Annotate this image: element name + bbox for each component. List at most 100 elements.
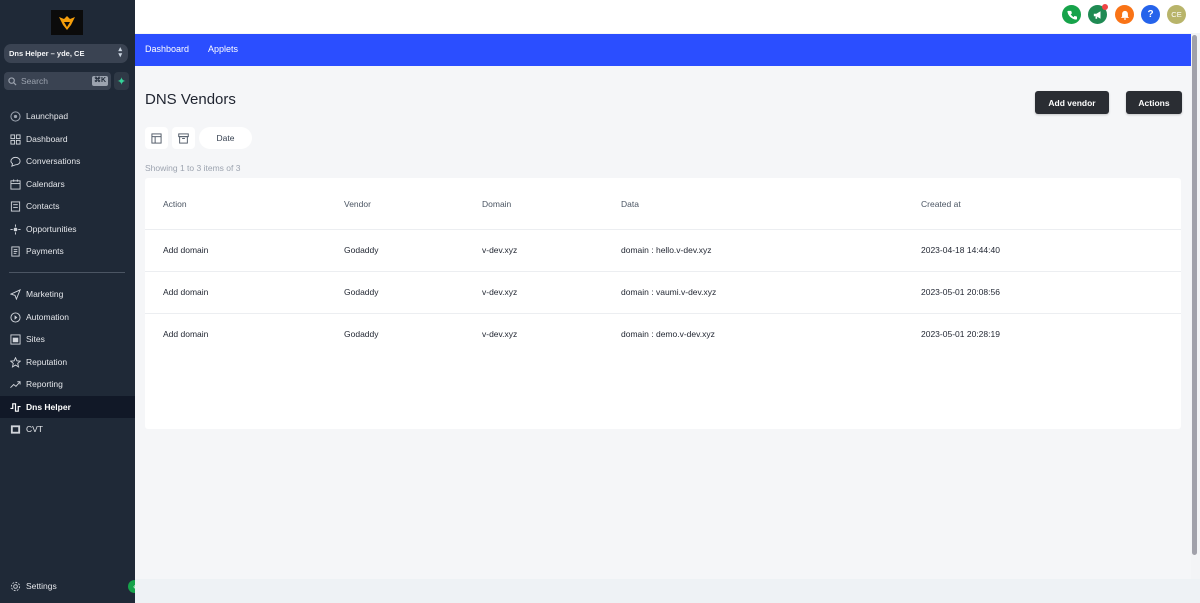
search-placeholder: Search <box>21 76 48 86</box>
cell-vendor: Godaddy <box>344 287 379 297</box>
cell-domain: v-dev.xyz <box>482 245 518 255</box>
footer-strip <box>135 579 1200 603</box>
contacts-icon <box>9 200 21 212</box>
calendar-icon <box>9 178 21 190</box>
secondary-nav: Dashboard Applets <box>135 34 1191 66</box>
add-vendor-button[interactable]: Add vendor <box>1035 91 1109 114</box>
cell-domain: v-dev.xyz <box>482 329 518 339</box>
cell-domain: v-dev.xyz <box>482 287 518 297</box>
sidebar-item-label: Dashboard <box>26 134 68 144</box>
quick-action-icon[interactable]: ✦ <box>114 72 129 90</box>
sidebar-item-label: Marketing <box>26 289 64 299</box>
launchpad-icon <box>9 110 21 122</box>
sidebar-item-label: Reporting <box>26 379 63 389</box>
page-title: DNS Vendors <box>145 91 236 108</box>
account-switcher[interactable]: Dns Helper – yde, CE ▴ ▾ <box>4 44 128 63</box>
date-filter-chip[interactable]: Date <box>199 127 252 149</box>
search-icon <box>8 76 17 86</box>
table-layout-icon <box>151 132 162 144</box>
sidebar-item-label: Contacts <box>26 201 60 211</box>
column-header-data[interactable]: Data <box>621 199 639 209</box>
sidebar-search[interactable]: Search ⌘K <box>4 72 111 90</box>
sidebar-item-opportunities[interactable]: Opportunities <box>0 218 135 240</box>
column-header-vendor[interactable]: Vendor <box>344 199 371 209</box>
sidebar-item-automation[interactable]: Automation <box>0 306 135 328</box>
sidebar-item-sites[interactable]: Sites <box>0 328 135 350</box>
table-row[interactable]: Add domain Godaddy v-dev.xyz domain : he… <box>145 229 1181 271</box>
sidebar-item-payments[interactable]: Payments <box>0 240 135 262</box>
column-header-created-at[interactable]: Created at <box>921 199 961 209</box>
sidebar-item-conversations[interactable]: Conversations <box>0 150 135 172</box>
send-icon <box>9 288 21 300</box>
sidebar-item-label: Settings <box>26 581 57 591</box>
sidebar-item-launchpad[interactable]: Launchpad <box>0 105 135 127</box>
bell-icon <box>1120 10 1129 20</box>
sidebar-item-label: Dns Helper <box>26 402 71 412</box>
dns-helper-icon <box>9 401 21 413</box>
scrollbar-thumb[interactable] <box>1192 35 1197 555</box>
nav-link-applets[interactable]: Applets <box>208 44 238 54</box>
avatar[interactable]: CE <box>1167 5 1186 24</box>
phone-button[interactable] <box>1062 5 1081 24</box>
sidebar-item-label: Opportunities <box>26 224 77 234</box>
cell-vendor: Godaddy <box>344 245 379 255</box>
opportunities-icon <box>9 223 21 235</box>
app-logo[interactable] <box>51 10 83 35</box>
cell-created-at: 2023-05-01 20:28:19 <box>921 329 1000 339</box>
table-row[interactable]: Add domain Godaddy v-dev.xyz domain : de… <box>145 313 1181 355</box>
trend-icon <box>9 378 21 390</box>
payments-icon <box>9 245 21 257</box>
notifications-button[interactable] <box>1115 5 1134 24</box>
notification-dot <box>1102 4 1108 10</box>
sidebar: Dns Helper – yde, CE ▴ ▾ Search ⌘K ✦ Laun… <box>0 0 135 603</box>
column-header-action[interactable]: Action <box>163 199 187 209</box>
top-bar: ? CE <box>135 0 1200 33</box>
sidebar-item-marketing[interactable]: Marketing <box>0 283 135 305</box>
sidebar-item-dashboard[interactable]: Dashboard <box>0 128 135 150</box>
nav-link-dashboard[interactable]: Dashboard <box>145 44 189 54</box>
archive-button[interactable] <box>172 127 195 149</box>
phone-icon <box>1066 10 1077 20</box>
account-name: Dns Helper – yde, CE <box>9 49 85 58</box>
sidebar-divider <box>9 272 125 273</box>
sidebar-item-calendars[interactable]: Calendars <box>0 173 135 195</box>
sidebar-item-label: Automation <box>26 312 69 322</box>
sidebar-item-settings[interactable]: Settings <box>0 575 135 597</box>
megaphone-button[interactable] <box>1088 4 1108 24</box>
dashboard-icon <box>9 133 21 145</box>
sidebar-item-label: CVT <box>26 424 43 434</box>
sidebar-item-cvt[interactable]: CVT <box>0 418 135 440</box>
sidebar-item-reputation[interactable]: Reputation <box>0 351 135 373</box>
chat-icon <box>9 155 21 167</box>
cell-data: domain : hello.v-dev.xyz <box>621 245 712 255</box>
cell-created-at: 2023-04-18 14:44:40 <box>921 245 1000 255</box>
cell-data: domain : demo.v-dev.xyz <box>621 329 715 339</box>
column-header-domain[interactable]: Domain <box>482 199 511 209</box>
archive-icon <box>178 132 189 144</box>
cell-action: Add domain <box>163 329 209 339</box>
table-row[interactable]: Add domain Godaddy v-dev.xyz domain : va… <box>145 271 1181 313</box>
layout-toggle-button[interactable] <box>145 127 168 149</box>
sidebar-item-reporting[interactable]: Reporting <box>0 373 135 395</box>
cell-created-at: 2023-05-01 20:08:56 <box>921 287 1000 297</box>
sidebar-item-label: Calendars <box>26 179 65 189</box>
sidebar-item-label: Conversations <box>26 156 81 166</box>
help-button[interactable]: ? <box>1141 5 1160 24</box>
sites-icon <box>9 333 21 345</box>
automation-icon <box>9 311 21 323</box>
actions-button[interactable]: Actions <box>1126 91 1182 114</box>
cell-action: Add domain <box>163 245 209 255</box>
sidebar-item-label: Payments <box>26 246 64 256</box>
avatar-initials: CE <box>1171 10 1182 19</box>
sidebar-item-dns-helper[interactable]: Dns Helper <box>0 396 135 418</box>
cell-data: domain : vaumi.v-dev.xyz <box>621 287 717 297</box>
sidebar-item-label: Sites <box>26 334 45 344</box>
sidebar-item-label: Launchpad <box>26 111 69 121</box>
sidebar-item-contacts[interactable]: Contacts <box>0 195 135 217</box>
help-icon: ? <box>1147 9 1154 20</box>
chevron-updown-icon: ▴ ▾ <box>118 46 122 59</box>
vendors-table: Action Vendor Domain Data Created at Add… <box>145 178 1181 429</box>
star-icon <box>9 356 21 368</box>
pagination-summary: Showing 1 to 3 items of 3 <box>145 163 241 173</box>
sidebar-item-label: Reputation <box>26 357 68 367</box>
